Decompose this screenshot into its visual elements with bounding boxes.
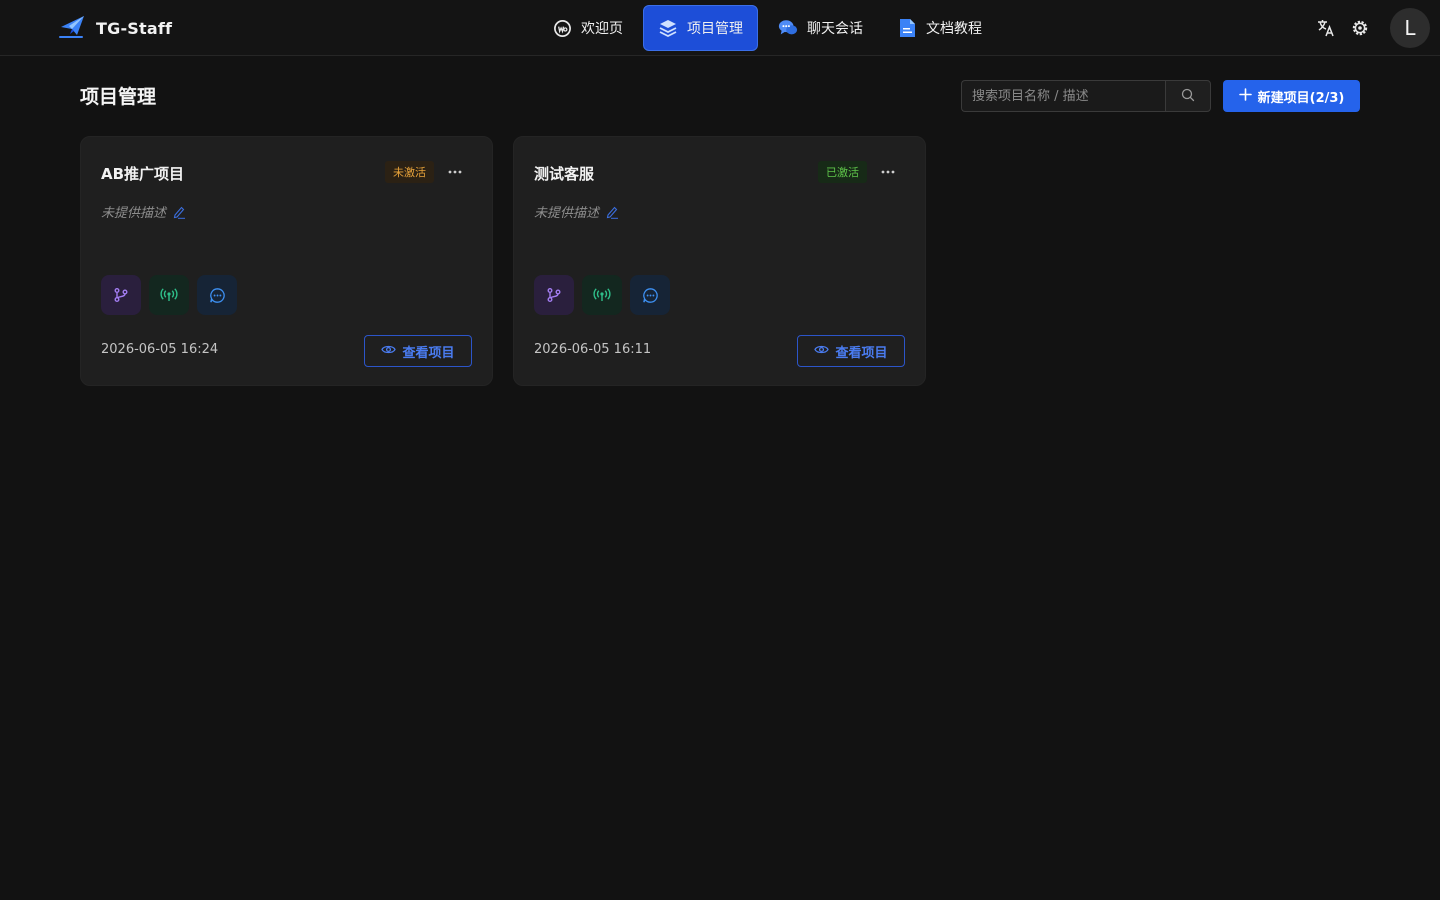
nav-item-docs[interactable]: 文档教程 (883, 5, 996, 51)
search-input[interactable] (961, 80, 1165, 112)
more-options-icon[interactable] (446, 161, 464, 183)
broadcast-icon[interactable] (582, 275, 622, 315)
brand-name: TG-Staff (96, 18, 173, 38)
top-navbar: TG-Staff 欢迎页 项目管理 聊天会话 文档教程 L (0, 0, 1440, 56)
new-project-label: 新建项目(2/3) (1257, 90, 1345, 106)
view-project-button[interactable]: 查看项目 (797, 335, 905, 367)
eye-icon (814, 344, 830, 359)
edit-icon[interactable] (172, 205, 186, 219)
project-title: AB推广项目 (101, 165, 185, 183)
paper-plane-icon (58, 13, 86, 43)
project-title: 测试客服 (534, 165, 595, 183)
search-bar (961, 80, 1211, 112)
chat-icon[interactable] (630, 275, 670, 315)
status-badge: 未激活 (385, 161, 434, 183)
top-right-actions: L (1316, 8, 1430, 48)
translate-icon[interactable] (1316, 18, 1336, 38)
description-text: 未提供描述 (101, 206, 167, 221)
chat-icon[interactable] (197, 275, 237, 315)
project-description: 未提供描述 (534, 202, 619, 221)
created-date: 2026-06-05 16:24 (101, 342, 219, 357)
main-nav: 欢迎页 项目管理 聊天会话 文档教程 (538, 5, 996, 51)
workflow-icon[interactable] (101, 275, 141, 315)
plus-icon (1238, 87, 1252, 105)
more-options-icon[interactable] (879, 161, 897, 183)
search-button[interactable] (1165, 80, 1211, 112)
view-project-label: 查看项目 (835, 345, 888, 361)
avatar[interactable]: L (1390, 8, 1430, 48)
welcome-icon (552, 18, 572, 38)
nav-item-chat[interactable]: 聊天会话 (764, 5, 877, 51)
workflow-icon[interactable] (534, 275, 574, 315)
new-project-button[interactable]: 新建项目(2/3) (1223, 80, 1360, 112)
status-badge: 已激活 (818, 161, 867, 183)
nav-label: 欢迎页 (581, 21, 623, 37)
project-card: 测试客服 已激活 未提供描述 2026-06-05 16:11 查看项目 (513, 136, 926, 386)
view-project-button[interactable]: 查看项目 (364, 335, 472, 367)
chat-bubbles-icon (778, 18, 798, 38)
edit-icon[interactable] (605, 205, 619, 219)
layers-icon (658, 18, 678, 38)
project-description: 未提供描述 (101, 202, 186, 221)
gear-icon[interactable] (1350, 18, 1370, 38)
nav-item-projects[interactable]: 项目管理 (643, 5, 758, 51)
page-title: 项目管理 (80, 86, 157, 108)
feature-icons (534, 275, 670, 315)
eye-icon (381, 344, 397, 359)
nav-label: 聊天会话 (807, 21, 863, 37)
document-icon (897, 18, 917, 38)
description-text: 未提供描述 (534, 206, 600, 221)
nav-label: 项目管理 (687, 21, 743, 37)
view-project-label: 查看项目 (402, 345, 455, 361)
created-date: 2026-06-05 16:11 (534, 342, 652, 357)
feature-icons (101, 275, 237, 315)
broadcast-icon[interactable] (149, 275, 189, 315)
search-icon (1181, 87, 1195, 106)
project-card: AB推广项目 未激活 未提供描述 2026-06-05 16:24 查看项目 (80, 136, 493, 386)
nav-label: 文档教程 (926, 21, 982, 37)
brand[interactable]: TG-Staff (58, 14, 172, 42)
nav-item-welcome[interactable]: 欢迎页 (538, 5, 637, 51)
